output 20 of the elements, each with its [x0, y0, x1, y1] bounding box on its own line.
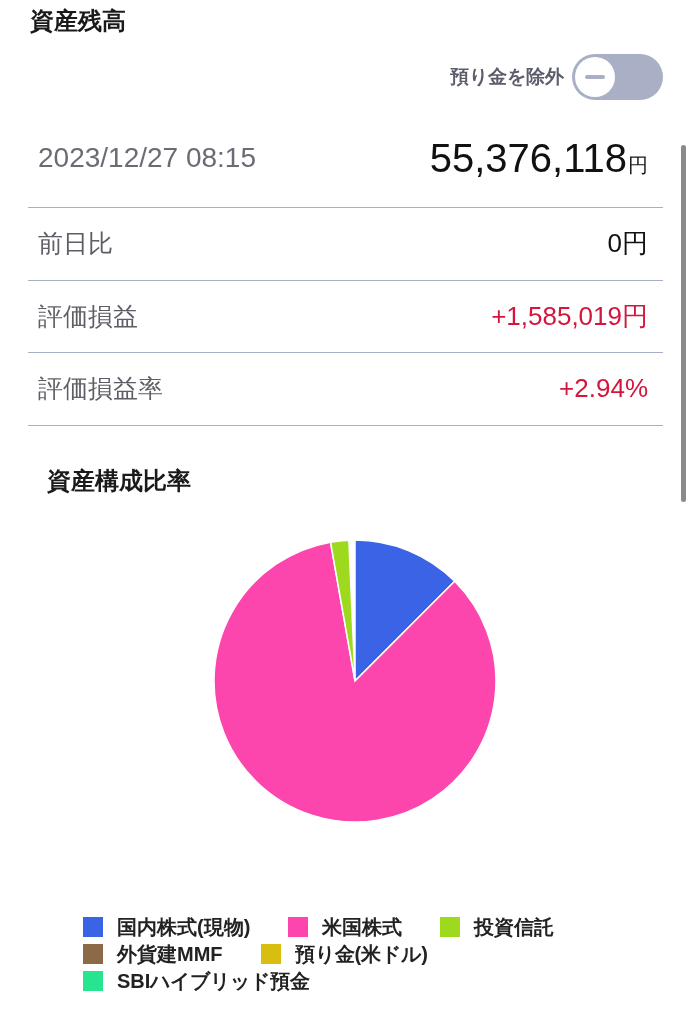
row-label: 評価損益 [38, 300, 138, 332]
row-label: 前日比 [38, 228, 113, 260]
toggle-switch[interactable] [572, 54, 663, 100]
legend-label: SBIハイブリッド預金 [117, 968, 311, 994]
currency-unit: 円 [628, 153, 648, 178]
row-label: 評価損益率 [38, 373, 163, 405]
legend-label: 外貨建MMF [117, 941, 223, 967]
row-value: +1,585,019円 [491, 299, 648, 333]
toggle-label: 預り金を除外 [450, 65, 564, 89]
page-title: 資産残高 [30, 6, 126, 36]
legend-label: 米国株式 [322, 914, 403, 940]
section-title: 資産構成比率 [47, 465, 191, 496]
minus-icon [585, 75, 605, 79]
total-amount: 55,376,118 [429, 135, 627, 182]
row-value: 0円 [607, 227, 648, 261]
legend-label: 国内株式(現物) [117, 914, 251, 940]
legend-label: 投資信託 [474, 914, 555, 940]
timestamp: 2023/12/27 08:15 [38, 141, 256, 175]
legend-label: 預り金(米ドル) [294, 941, 428, 967]
row-value: +2.94% [559, 373, 648, 405]
